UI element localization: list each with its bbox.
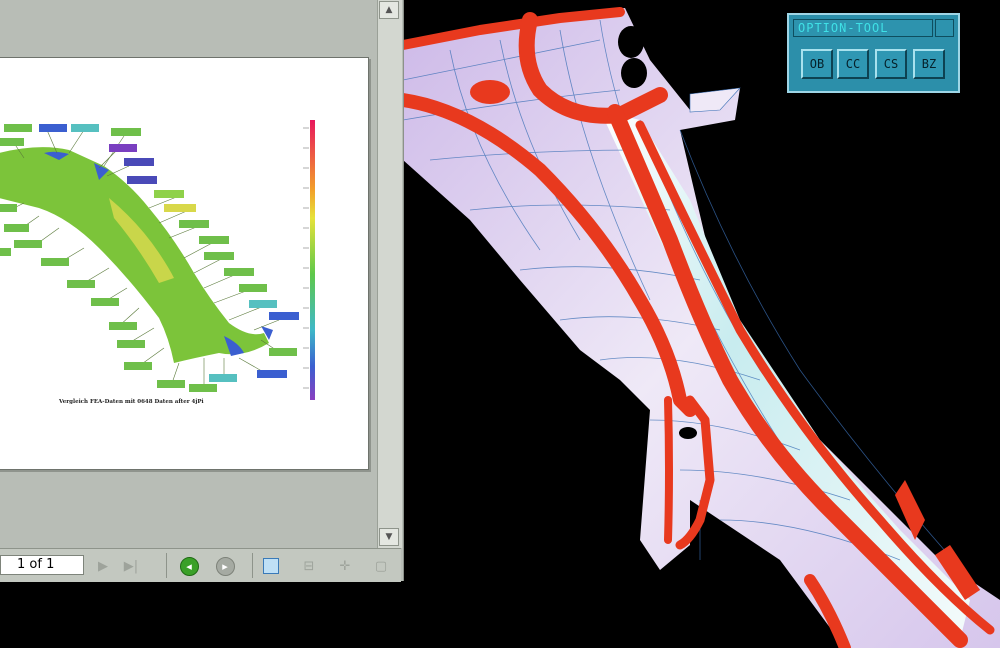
pdf-viewer-window: Vergleich FEA-Daten mit 0648 Daten after… [0, 0, 404, 582]
car-body-part [396, 7, 1000, 648]
last-page-button[interactable]: ▶| [120, 555, 142, 577]
go-forward-icon: ▸ [215, 556, 235, 576]
continuous-view-icon: ▢ [374, 558, 388, 574]
single-page-view-icon [263, 558, 279, 574]
option-toolbox-panel: OPTION-TOOL OB CC CS BZ [787, 13, 960, 93]
figure-caption: Vergleich FEA-Daten mit 0648 Daten after… [59, 399, 204, 405]
scroll-down-button[interactable]: ▼ [379, 528, 399, 546]
fit-page-icon: ✛ [339, 558, 351, 574]
toolbox-title: OPTION-TOOL [793, 19, 933, 37]
go-back-button[interactable]: ◂ [178, 555, 200, 577]
vertical-scrollbar[interactable]: ▲ ▼ [377, 0, 402, 548]
option-button-cc[interactable]: CC [837, 49, 869, 79]
next-page-button[interactable]: ▶ [92, 555, 114, 577]
triangle-down-icon: ▼ [385, 532, 393, 542]
go-back-icon: ◂ [179, 556, 199, 576]
scroll-up-button[interactable]: ▲ [379, 1, 399, 19]
go-forward-button[interactable]: ▸ [214, 555, 236, 577]
option-button-bz[interactable]: BZ [913, 49, 945, 79]
document-area[interactable]: Vergleich FEA-Daten mit 0648 Daten after… [0, 0, 377, 548]
triangle-up-icon: ▲ [385, 5, 393, 15]
toolbox-close-button[interactable] [935, 19, 954, 37]
next-page-icon: ▶ [98, 558, 108, 574]
document-page: Vergleich FEA-Daten mit 0648 Daten after… [0, 57, 369, 470]
fit-page-button[interactable]: ✛ [334, 555, 356, 577]
option-button-ob[interactable]: OB [801, 49, 833, 79]
continuous-view-button[interactable]: ▢ [370, 555, 392, 577]
last-page-icon: ▶| [123, 558, 139, 574]
fea-comparison-figure [0, 120, 315, 400]
single-page-view-button[interactable] [260, 555, 282, 577]
page-number-field[interactable]: 1 of 1 [0, 555, 84, 575]
toolbar-divider [252, 553, 253, 578]
viewer-toolbar: 1 of 1 ▶ ▶| ◂ ▸ ⊟ ✛ ▢ [0, 548, 401, 582]
toolbar-divider [166, 553, 167, 578]
fit-width-button[interactable]: ⊟ [298, 555, 320, 577]
fit-width-icon: ⊟ [303, 558, 315, 574]
option-button-cs[interactable]: CS [875, 49, 907, 79]
